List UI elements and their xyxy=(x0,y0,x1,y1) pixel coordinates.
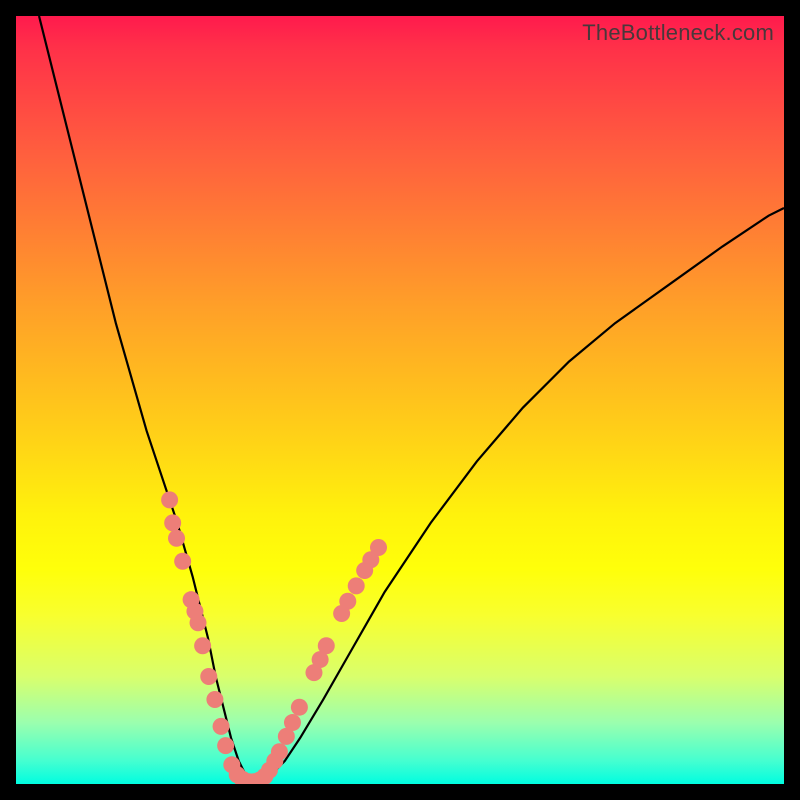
data-dot-right xyxy=(339,593,356,610)
chart-svg xyxy=(16,16,784,784)
data-dot-right xyxy=(348,577,365,594)
data-dot-right xyxy=(318,637,335,654)
data-dot-right xyxy=(284,714,301,731)
chart-frame: TheBottleneck.com xyxy=(16,16,784,784)
data-dot-left xyxy=(200,668,217,685)
data-dot-left xyxy=(164,514,181,531)
data-dot-left xyxy=(174,553,191,570)
data-dot-right xyxy=(271,743,288,760)
data-dot-left xyxy=(194,637,211,654)
watermark-text: TheBottleneck.com xyxy=(582,20,774,46)
data-dot-right xyxy=(370,539,387,556)
data-dot-left xyxy=(213,718,230,735)
data-dot-left xyxy=(217,737,234,754)
data-dot-left xyxy=(190,614,207,631)
data-dot-left xyxy=(161,491,178,508)
data-dot-left xyxy=(206,691,223,708)
bottleneck-curve xyxy=(39,16,784,782)
data-dot-right xyxy=(291,699,308,716)
data-dot-left xyxy=(168,530,185,547)
